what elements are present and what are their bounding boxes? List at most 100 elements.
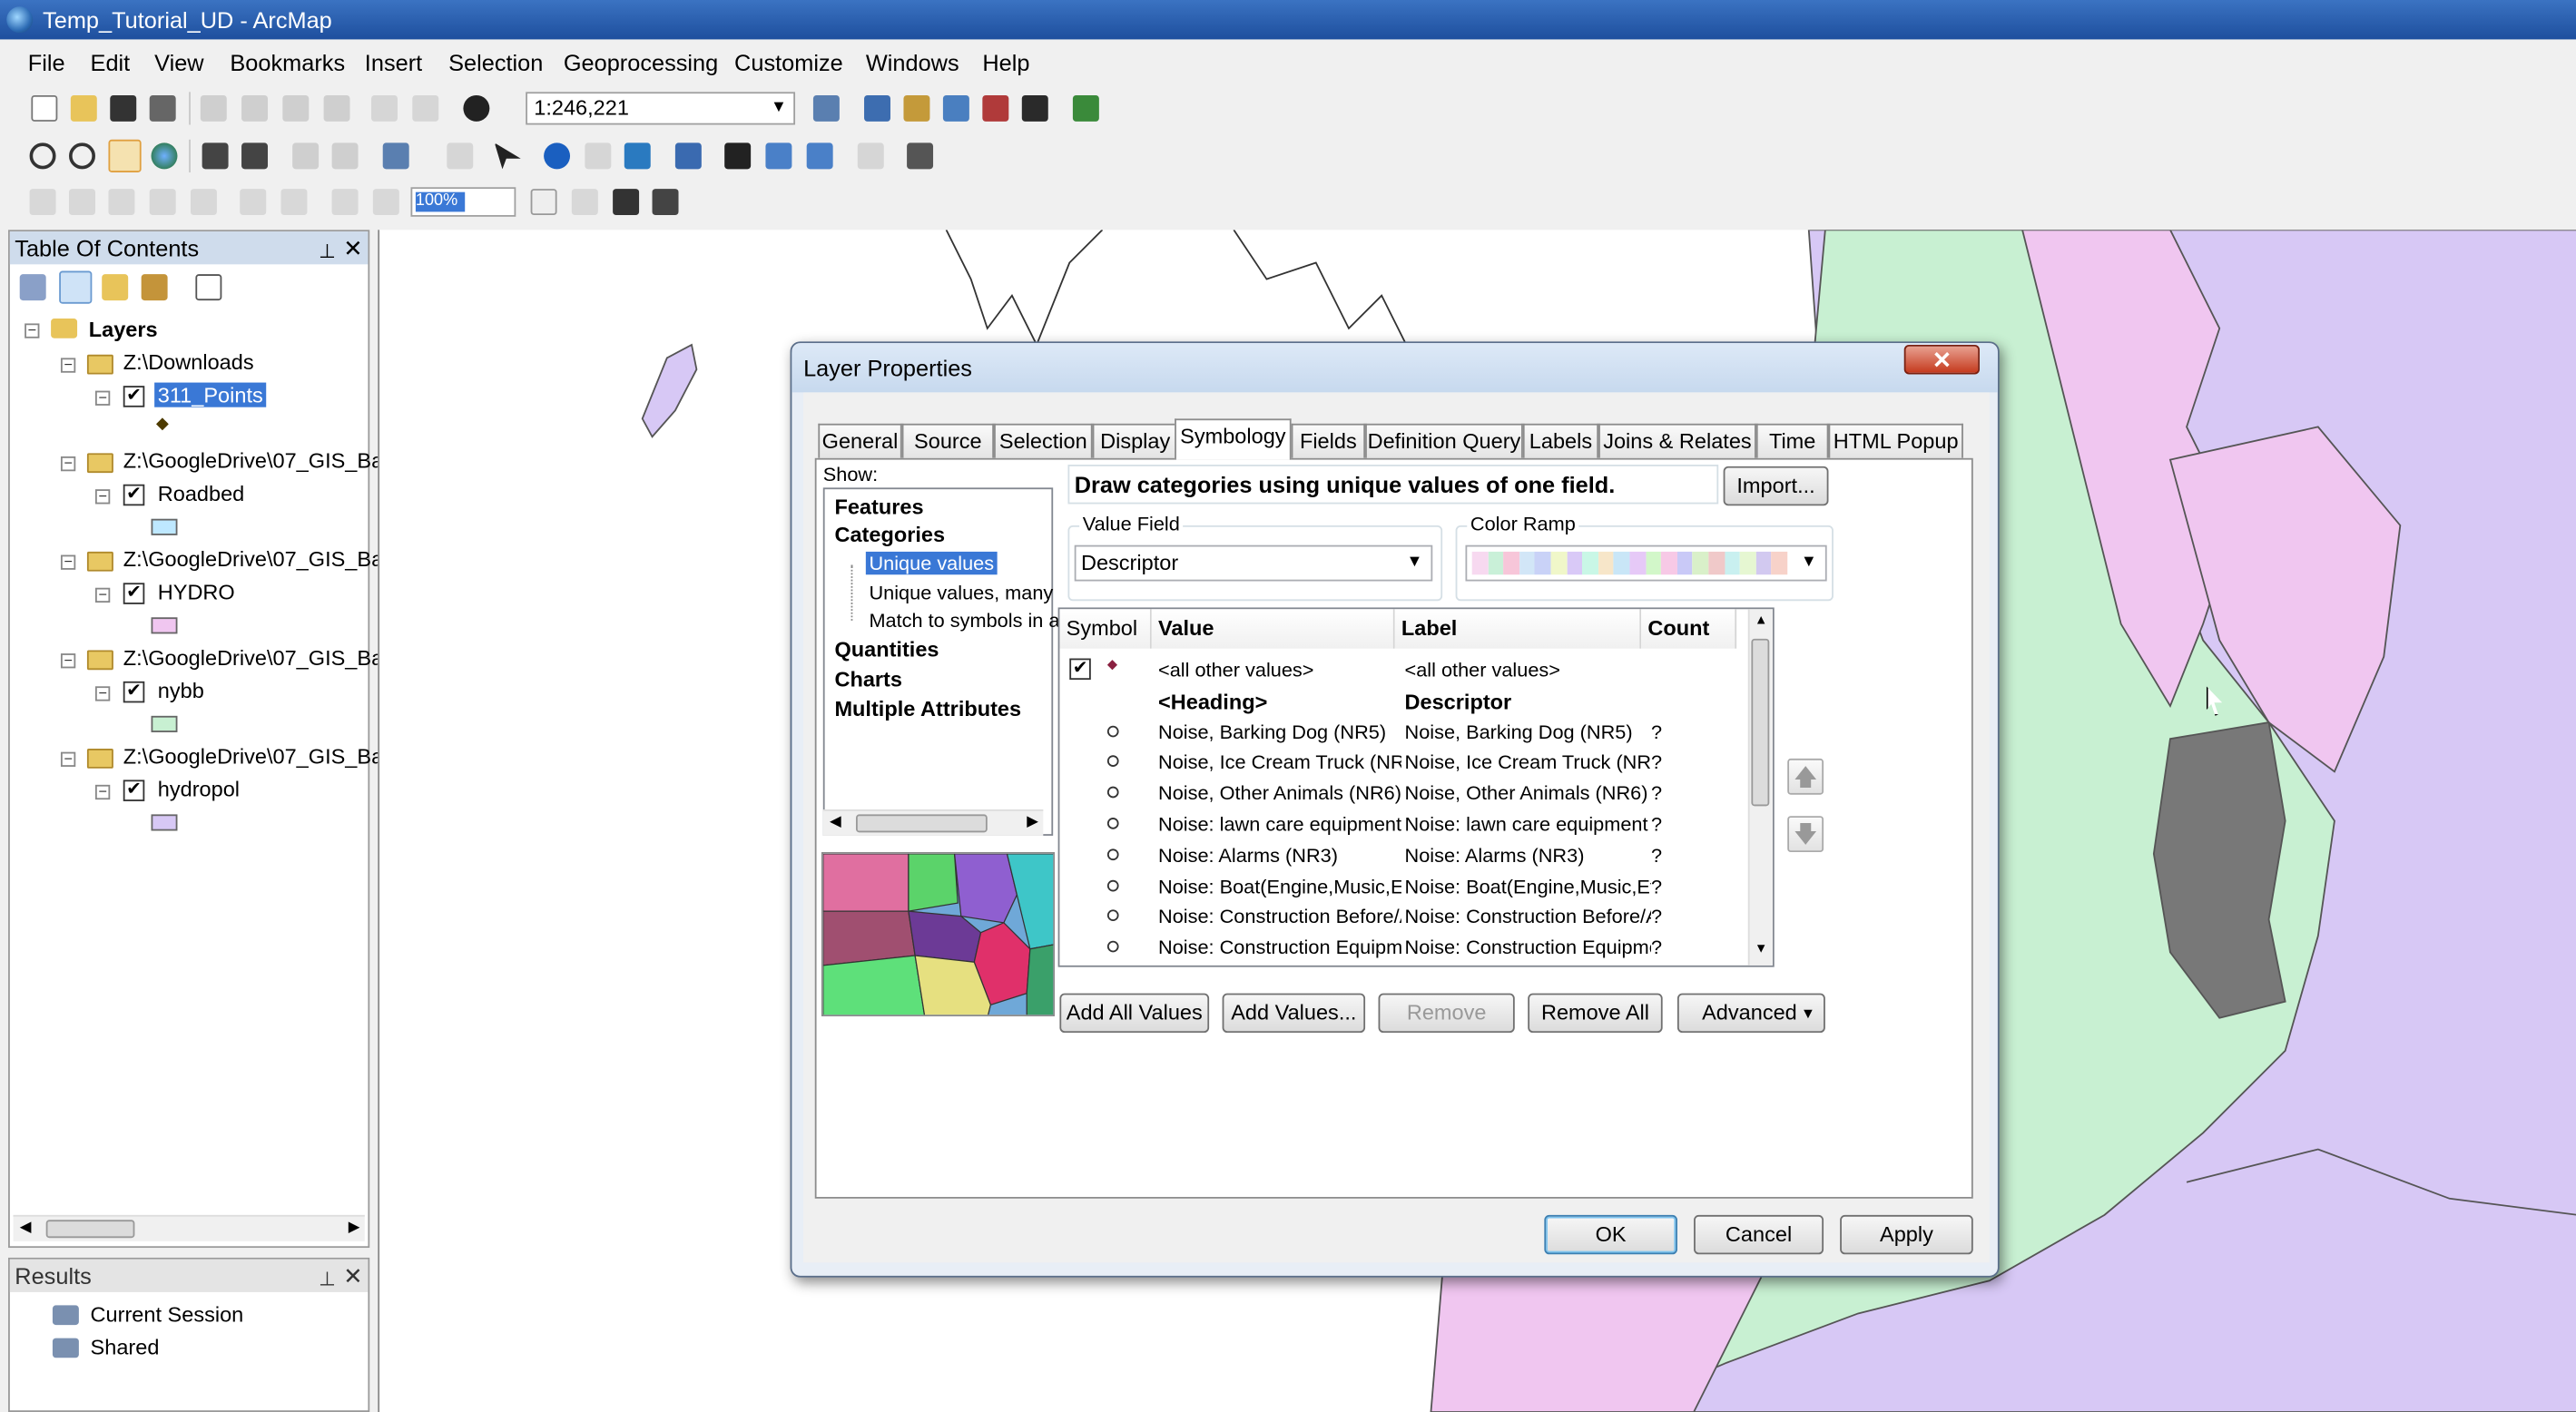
value-field-select[interactable]: Descriptor ▼: [1074, 544, 1433, 582]
layout-forward-icon[interactable]: [372, 189, 399, 216]
tab-time[interactable]: Time: [1755, 423, 1829, 458]
html-popup-icon[interactable]: [624, 142, 651, 170]
scroll-thumb[interactable]: [45, 1220, 135, 1239]
scroll-thumb[interactable]: [855, 814, 988, 833]
tab-joins-relates[interactable]: Joins & Relates: [1598, 423, 1756, 458]
zoom-whole-page-icon[interactable]: [149, 189, 176, 216]
menu-view[interactable]: View: [154, 49, 203, 75]
collapse-layer-icon[interactable]: −: [94, 784, 111, 800]
polygon-symbol-swatch[interactable]: [151, 814, 178, 831]
remove-button[interactable]: Remove: [1378, 993, 1515, 1034]
table-row[interactable]: <Heading> Descriptor: [1059, 686, 1747, 716]
point-symbol-icon[interactable]: [1106, 941, 1119, 953]
table-row[interactable]: Noise: Alarms (NR3) Noise: Alarms (NR3)?: [1059, 840, 1747, 870]
grid-vertical-scrollbar[interactable]: ▲ ▼: [1747, 609, 1773, 966]
toc-window-icon[interactable]: [864, 94, 890, 122]
polygon-symbol-swatch[interactable]: [151, 518, 178, 535]
add-all-values-button[interactable]: Add All Values: [1059, 993, 1210, 1034]
menu-insert[interactable]: Insert: [365, 49, 422, 75]
cell-label[interactable]: Noise, Other Animals (NR6): [1405, 782, 1651, 805]
layer-name[interactable]: nybb: [158, 678, 204, 702]
layer-name[interactable]: hydropol: [158, 777, 240, 801]
scroll-thumb[interactable]: [1751, 638, 1770, 807]
undo-icon[interactable]: [371, 94, 398, 122]
toc-options-icon[interactable]: [195, 274, 222, 301]
table-row[interactable]: Noise: Boat(Engine,Music,Et Noise: Boat(E…: [1059, 871, 1747, 901]
cell-value[interactable]: Noise: Construction Before/A: [1158, 906, 1401, 928]
show-multiple-attributes[interactable]: Multiple Attributes: [834, 696, 1021, 721]
table-row[interactable]: Noise: lawn care equipment Noise: lawn ca…: [1059, 809, 1747, 839]
cell-value[interactable]: Noise: Alarms (NR3): [1158, 844, 1401, 867]
remove-all-button[interactable]: Remove All: [1528, 993, 1663, 1034]
menu-help[interactable]: Help: [982, 49, 1029, 75]
layout-zoom-in-icon[interactable]: [29, 189, 56, 216]
cell-label[interactable]: Noise: Construction Before/A: [1405, 906, 1651, 928]
col-header-count[interactable]: Count: [1641, 609, 1737, 649]
ok-button[interactable]: OK: [1544, 1214, 1677, 1255]
tab-source[interactable]: Source: [901, 423, 995, 458]
tab-definition-query[interactable]: Definition Query: [1365, 423, 1523, 458]
cell-label[interactable]: Noise, Ice Cream Truck (NR: [1405, 751, 1651, 774]
open-folder-icon[interactable]: [70, 94, 97, 122]
scroll-left-icon[interactable]: ◀: [830, 813, 841, 831]
menu-customize[interactable]: Customize: [734, 49, 843, 75]
collapse-layer-icon[interactable]: −: [94, 488, 111, 505]
fixed-zoom-in-icon[interactable]: [202, 142, 229, 170]
cut-icon[interactable]: [200, 94, 227, 122]
full-extent-globe-icon[interactable]: [151, 142, 178, 170]
layer-visibility-checkbox[interactable]: ✔: [123, 583, 145, 604]
folder-path[interactable]: Z:\Downloads: [123, 349, 254, 374]
point-symbol-icon[interactable]: [1106, 724, 1119, 737]
tab-general[interactable]: General: [818, 423, 902, 458]
table-row[interactable]: Noise, Barking Dog (NR5) Noise, Barking D…: [1059, 717, 1747, 747]
layer-visibility-checkbox[interactable]: ✔: [123, 484, 145, 506]
show-quantities[interactable]: Quantities: [834, 637, 939, 662]
time-slider-icon[interactable]: [857, 142, 884, 170]
zoom-out-icon[interactable]: [69, 142, 95, 170]
col-header-label[interactable]: Label: [1394, 609, 1642, 649]
scroll-down-icon[interactable]: ▼: [1755, 941, 1767, 956]
show-unique-values-many[interactable]: Unique values, many: [869, 581, 1053, 603]
tab-selection[interactable]: Selection: [994, 423, 1093, 458]
show-match-to-symbols[interactable]: Match to symbols in a: [869, 609, 1059, 632]
cell-value[interactable]: Noise: lawn care equipment: [1158, 813, 1401, 836]
folder-path[interactable]: Z:\GoogleDrive\07_GIS_Ba: [123, 645, 383, 670]
focus-data-frame-icon[interactable]: [571, 189, 598, 216]
data-driven-pages-icon[interactable]: [652, 189, 679, 216]
tab-symbology[interactable]: Symbology: [1175, 418, 1292, 460]
cell-value[interactable]: Noise, Barking Dog (NR5): [1158, 721, 1401, 743]
tab-labels[interactable]: Labels: [1522, 423, 1599, 458]
pin-icon[interactable]: ⊥: [319, 235, 336, 268]
cell-value[interactable]: <all other values>: [1158, 659, 1401, 681]
show-categories[interactable]: Categories: [834, 522, 945, 546]
cell-value[interactable]: Noise: Boat(Engine,Music,Et: [1158, 875, 1401, 897]
color-ramp-select[interactable]: ▼: [1465, 544, 1827, 582]
collapse-folder-icon[interactable]: −: [60, 751, 76, 767]
collapse-layer-icon[interactable]: −: [94, 685, 111, 701]
layer-name-selected[interactable]: 311_Points: [154, 382, 267, 407]
catalog-window-icon[interactable]: [903, 94, 930, 122]
list-by-drawing-order-icon[interactable]: [19, 274, 46, 301]
layer-name[interactable]: HYDRO: [158, 580, 235, 604]
pan-hand-icon[interactable]: [108, 139, 142, 172]
cell-label[interactable]: Descriptor: [1405, 690, 1651, 714]
point-symbol-icon[interactable]: [1106, 818, 1119, 829]
layout-fixed-zoom-in-icon[interactable]: [240, 189, 267, 216]
select-elements-arrow-icon[interactable]: [494, 142, 521, 170]
show-features[interactable]: Features: [834, 495, 923, 519]
close-icon[interactable]: ✕: [343, 1260, 362, 1292]
point-symbol-icon[interactable]: [1106, 755, 1119, 768]
table-row[interactable]: ✔ ◆ <all other values> <all other values>: [1059, 655, 1747, 685]
toc-horizontal-scrollbar[interactable]: ◀ ▶: [13, 1214, 365, 1241]
dialog-close-button[interactable]: ✕: [1903, 344, 1980, 375]
select-features-icon[interactable]: [382, 142, 409, 170]
folder-path[interactable]: Z:\GoogleDrive\07_GIS_Ba: [123, 744, 383, 769]
zoom-100-icon[interactable]: [190, 189, 217, 216]
menu-windows[interactable]: Windows: [866, 49, 959, 75]
collapse-layer-icon[interactable]: −: [94, 587, 111, 603]
editor-toolbar-icon[interactable]: [812, 94, 840, 122]
close-icon[interactable]: ✕: [343, 231, 362, 264]
table-row[interactable]: Noise, Other Animals (NR6) Noise, Other A…: [1059, 779, 1747, 809]
go-to-xy-icon[interactable]: [806, 142, 833, 170]
cell-label[interactable]: Noise: Alarms (NR3): [1405, 844, 1651, 867]
